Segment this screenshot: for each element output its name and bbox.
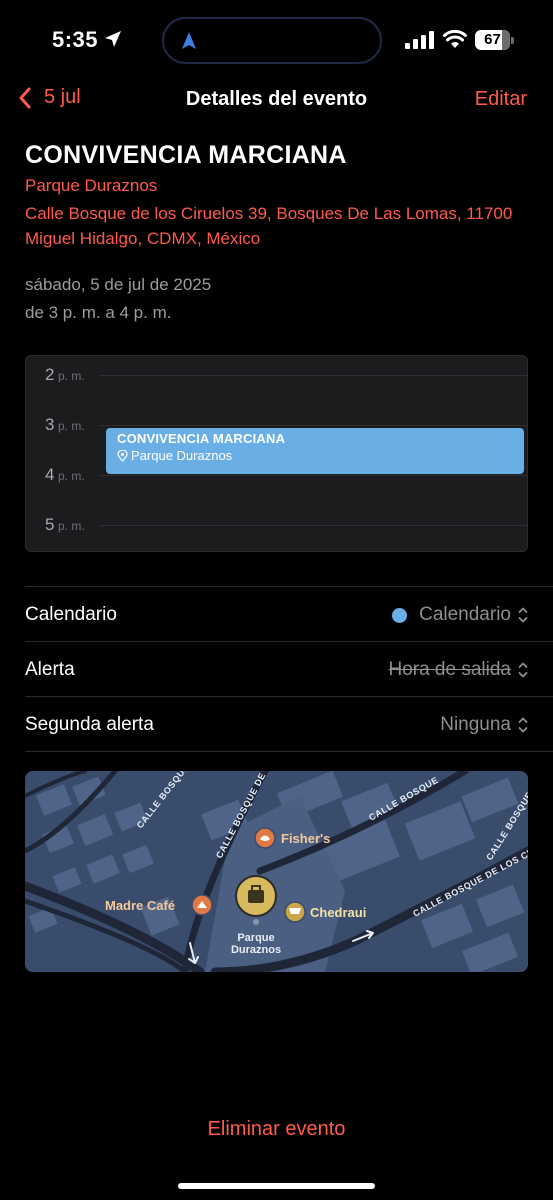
- event-block-location-label: Parque Duraznos: [131, 448, 233, 463]
- calendar-label: Calendario: [25, 604, 117, 625]
- cellular-signal-icon: [405, 31, 434, 49]
- day-preview[interactable]: 2 p. m. 3 p. m. 4 p. m. 5 p. m. CONVIVEN…: [25, 355, 528, 552]
- calendar-value: Calendario: [419, 604, 511, 625]
- alert-row[interactable]: Alerta Hora de salida: [25, 642, 528, 696]
- chevron-up-down-icon: [518, 717, 528, 733]
- hour-gridline: [100, 375, 527, 376]
- hour-number: 2: [45, 365, 55, 384]
- home-indicator[interactable]: [178, 1183, 375, 1189]
- second-alert-row[interactable]: Segunda alerta Ninguna: [25, 697, 528, 751]
- hour-number: 4: [45, 465, 55, 484]
- delete-event-button[interactable]: Eliminar evento: [0, 1118, 553, 1141]
- address-link[interactable]: Calle Bosque de los Ciruelos 39, Bosques…: [25, 201, 535, 251]
- pin-label: Duraznos: [231, 944, 281, 956]
- wifi-icon: [443, 29, 467, 48]
- event-title: CONVIVENCIA MARCIANA: [25, 141, 347, 169]
- hour-number: 3: [45, 415, 55, 434]
- second-alert-label: Segunda alerta: [25, 714, 154, 735]
- location-name-link[interactable]: Parque Duraznos: [25, 176, 157, 196]
- second-alert-picker[interactable]: Ninguna: [440, 714, 528, 736]
- pin-label: Parque: [237, 932, 274, 944]
- event-block[interactable]: CONVIVENCIA MARCIANA Parque Duraznos: [106, 428, 524, 474]
- location-arrow-icon: [105, 31, 121, 47]
- calendar-color-dot: [392, 607, 408, 623]
- event-date: sábado, 5 de jul de 2025: [25, 275, 212, 294]
- battery-level: 67: [484, 31, 501, 48]
- calendar-row[interactable]: Calendario Calendario: [25, 587, 528, 641]
- status-bar: 5:35 67: [0, 0, 553, 80]
- chevron-up-down-icon: [518, 662, 528, 678]
- hour-gridline: [100, 475, 527, 476]
- edit-button[interactable]: Editar: [475, 88, 527, 111]
- navigation-arrow-icon: [182, 32, 196, 49]
- hour-number: 5: [45, 515, 55, 534]
- alert-picker[interactable]: Hora de salida: [388, 659, 528, 681]
- dynamic-island[interactable]: [162, 17, 382, 64]
- hour-gridline: [100, 425, 527, 426]
- hour-gridline: [100, 525, 527, 526]
- hour-row: 2 p. m.: [26, 365, 527, 385]
- battery-icon: 67: [475, 30, 515, 50]
- map-preview[interactable]: CALLE BOSQUE DE CALLE BOSQUE DE CALLE BO…: [25, 771, 528, 972]
- divider: [25, 751, 553, 752]
- hour-period: p. m.: [58, 419, 85, 433]
- hour-period: p. m.: [58, 469, 85, 483]
- navigation-bar: 5 jul Detalles del evento Editar: [0, 80, 553, 120]
- poi-label: Chedraui: [310, 905, 366, 920]
- chevron-up-down-icon: [518, 607, 528, 623]
- hour-row: 5 p. m.: [26, 515, 527, 535]
- poi-label: Fisher's: [281, 831, 330, 846]
- calendar-picker[interactable]: Calendario: [392, 604, 528, 626]
- location-pin-icon: [117, 449, 128, 462]
- poi-label: Madre Café: [105, 898, 175, 913]
- status-time: 5:35: [52, 27, 99, 52]
- event-block-title: CONVIVENCIA MARCIANA: [117, 431, 286, 446]
- map-canvas: CALLE BOSQUE DE CALLE BOSQUE DE CALLE BO…: [25, 771, 528, 972]
- alert-label: Alerta: [25, 659, 75, 680]
- page-title: Detalles del evento: [185, 88, 368, 110]
- second-alert-value: Ninguna: [440, 714, 511, 735]
- event-block-location: Parque Duraznos: [117, 448, 513, 463]
- alert-value: Hora de salida: [388, 659, 511, 680]
- hour-period: p. m.: [58, 369, 85, 383]
- event-time-range: de 3 p. m. a 4 p. m.: [25, 303, 172, 322]
- hour-period: p. m.: [58, 519, 85, 533]
